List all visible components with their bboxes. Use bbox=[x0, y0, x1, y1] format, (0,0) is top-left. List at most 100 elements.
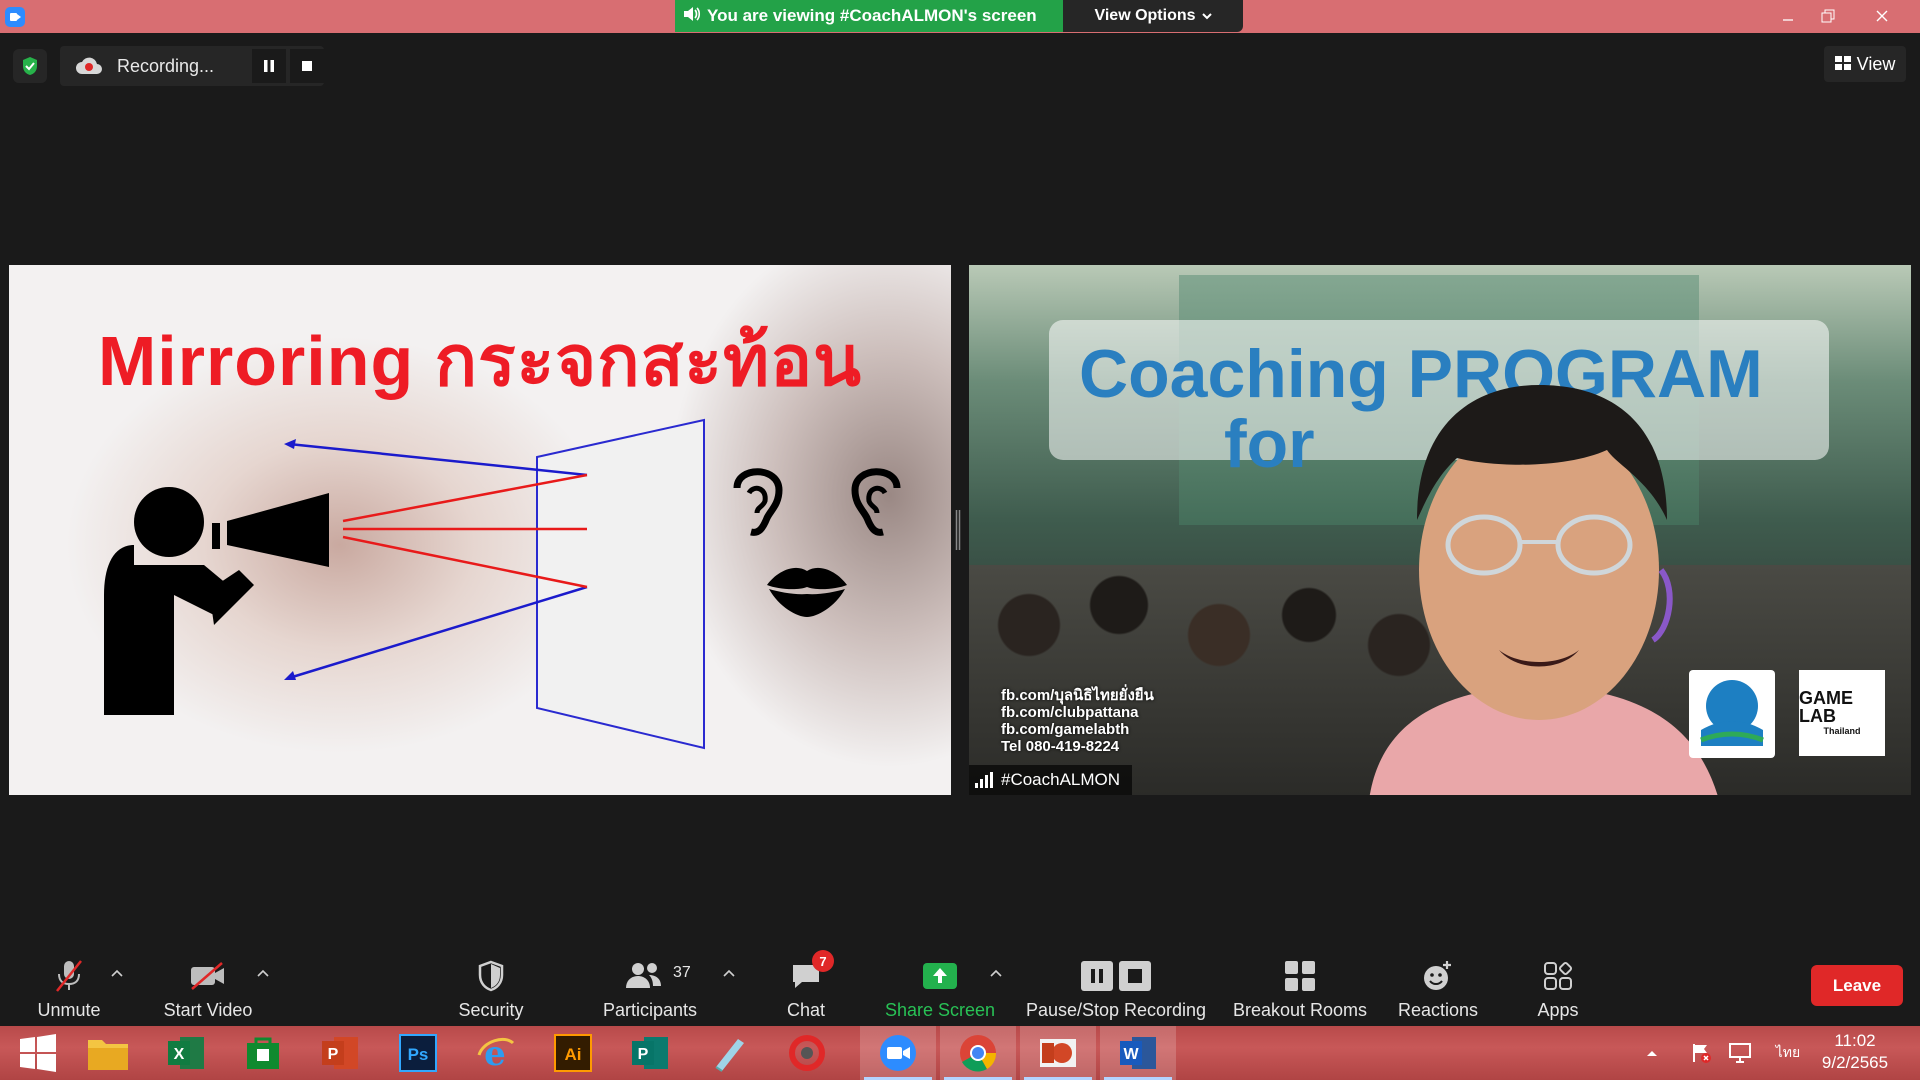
chat-unread-badge: 7 bbox=[812, 950, 834, 972]
speaker-icon bbox=[683, 6, 701, 27]
stop-recording-button[interactable] bbox=[290, 49, 324, 83]
participants-label: Participants bbox=[602, 1000, 698, 1020]
breakout-rooms-button[interactable]: Breakout Rooms bbox=[1228, 944, 1372, 1026]
participant-name: #CoachALMON bbox=[1001, 770, 1121, 789]
chat-bubble-icon: 7 bbox=[790, 950, 834, 998]
stop-icon bbox=[302, 61, 312, 71]
unmute-button[interactable]: Unmute bbox=[29, 944, 109, 1026]
meeting-toolbar: Unmute Start Video Security 37 Participa… bbox=[0, 944, 1920, 1026]
photoshop-icon[interactable]: Ps bbox=[380, 1026, 456, 1080]
video-options-caret-icon[interactable] bbox=[257, 964, 269, 980]
show-hidden-icons-icon[interactable] bbox=[1640, 1026, 1664, 1080]
share-screen-label: Share Screen bbox=[884, 1000, 996, 1020]
close-button[interactable] bbox=[1862, 0, 1902, 32]
start-video-button[interactable]: Start Video bbox=[158, 944, 258, 1026]
title-bar: You are viewing #CoachALMON's screen Vie… bbox=[0, 0, 1920, 33]
share-options-caret-icon[interactable] bbox=[990, 964, 1002, 980]
encryption-shield-icon[interactable] bbox=[13, 49, 47, 83]
security-shield-icon bbox=[477, 954, 505, 998]
breakout-rooms-label: Breakout Rooms bbox=[1232, 1000, 1368, 1020]
zoom-meeting-window: You are viewing #CoachALMON's screen Vie… bbox=[0, 0, 1920, 1080]
zoom-app-icon bbox=[5, 7, 25, 27]
restore-button[interactable] bbox=[1808, 0, 1848, 32]
internet-explorer-icon[interactable]: e bbox=[457, 1026, 533, 1080]
zoom-taskbar-icon[interactable] bbox=[860, 1026, 936, 1080]
recording-status: Recording... bbox=[117, 56, 215, 76]
mirroring-diagram bbox=[104, 418, 901, 750]
reactions-button[interactable]: Reactions bbox=[1388, 944, 1488, 1026]
publisher-icon[interactable]: P bbox=[612, 1026, 688, 1080]
file-explorer-icon[interactable] bbox=[70, 1026, 146, 1080]
network-icon[interactable] bbox=[1726, 1026, 1754, 1080]
grid-view-icon bbox=[1834, 54, 1851, 75]
view-label: View bbox=[1856, 53, 1896, 74]
participant-name-tag: #CoachALMON bbox=[969, 765, 1133, 795]
apps-label: Apps bbox=[1537, 1000, 1579, 1020]
svg-text:X: X bbox=[174, 1046, 185, 1063]
contact-line: Tel 080-419-8224 bbox=[1001, 738, 1120, 755]
excel-icon[interactable]: X bbox=[148, 1026, 224, 1080]
participants-count: 37 bbox=[673, 964, 691, 981]
chat-button[interactable]: 7 Chat bbox=[776, 944, 836, 1026]
viewing-screen-banner: You are viewing #CoachALMON's screen bbox=[675, 0, 1063, 32]
pane-resize-handle[interactable] bbox=[955, 510, 961, 550]
foundation-logo bbox=[1689, 670, 1775, 758]
mirror-shape bbox=[536, 418, 705, 750]
video-off-icon bbox=[189, 954, 227, 998]
pause-recording-button[interactable] bbox=[252, 49, 286, 83]
leave-meeting-button[interactable]: Leave bbox=[1811, 965, 1903, 1006]
participants-icon: 37 bbox=[595, 954, 705, 998]
notepad-icon[interactable] bbox=[690, 1026, 766, 1080]
view-options-button[interactable]: View Options bbox=[1063, 0, 1243, 32]
share-screen-button[interactable]: Share Screen bbox=[880, 944, 1000, 1026]
pause-stop-recording-label: Pause/Stop Recording bbox=[1025, 1000, 1207, 1020]
svg-text:Ai: Ai bbox=[565, 1045, 582, 1064]
left-ear-icon bbox=[733, 468, 783, 536]
contact-line: fb.com/บุลนิธิไทยยั่งยืน bbox=[1001, 687, 1154, 704]
view-options-label: View Options bbox=[1094, 7, 1196, 24]
illustrator-icon[interactable]: Ai bbox=[535, 1026, 611, 1080]
recording-panel: Recording... bbox=[60, 46, 324, 86]
powerpoint-viewer-icon[interactable] bbox=[1020, 1026, 1096, 1080]
game-lab-logo: GAME LAB Thailand bbox=[1799, 670, 1885, 756]
clock-date: 9/2/2565 bbox=[1821, 1053, 1889, 1072]
minimize-button[interactable] bbox=[1768, 0, 1808, 32]
svg-text:P: P bbox=[328, 1046, 339, 1063]
share-screen-icon bbox=[922, 954, 958, 998]
add-reaction-icon bbox=[1421, 954, 1455, 998]
participant-video-tile[interactable]: Coaching PROGRAM for fb.com/บุลนิธิไทยยั… bbox=[969, 265, 1911, 795]
powerpoint-icon[interactable]: P bbox=[302, 1026, 378, 1080]
contact-line: fb.com/clubpattana bbox=[1001, 704, 1139, 721]
participants-options-caret-icon[interactable] bbox=[723, 964, 735, 980]
participants-button[interactable]: 37 Participants bbox=[595, 944, 705, 1026]
taskbar-clock[interactable]: 11:02 9/2/2565 bbox=[1790, 1030, 1920, 1074]
speaker-with-megaphone-icon bbox=[104, 487, 329, 715]
svg-text:P: P bbox=[638, 1046, 649, 1063]
store-icon[interactable] bbox=[225, 1026, 301, 1080]
word-icon[interactable]: W bbox=[1100, 1026, 1176, 1080]
photoscape-icon[interactable] bbox=[767, 1026, 843, 1080]
unmute-label: Unmute bbox=[37, 1000, 101, 1020]
breakout-rooms-icon bbox=[1284, 954, 1316, 998]
windows-taskbar: X P Ps e Ai P W ไทย 11:02 9/2/2565 bbox=[0, 1026, 1920, 1080]
security-button[interactable]: Security bbox=[451, 944, 531, 1026]
shared-screen-view[interactable]: Mirroring กระจกสะท้อน bbox=[9, 265, 951, 795]
view-layout-button[interactable]: View bbox=[1824, 46, 1906, 82]
audio-options-caret-icon[interactable] bbox=[111, 964, 123, 980]
apps-button[interactable]: Apps bbox=[1523, 944, 1593, 1026]
pause-stop-recording-button[interactable]: Pause/Stop Recording bbox=[1024, 944, 1208, 1026]
chat-label: Chat bbox=[786, 1000, 826, 1020]
action-center-flag-icon[interactable] bbox=[1688, 1026, 1714, 1080]
coaching-banner-subtitle: for bbox=[1224, 406, 1315, 482]
windows-start-icon[interactable] bbox=[0, 1026, 76, 1080]
game-lab-subtext: Thailand bbox=[1823, 726, 1861, 736]
right-ear-icon bbox=[851, 468, 901, 536]
chrome-icon[interactable] bbox=[940, 1026, 1016, 1080]
svg-text:Ps: Ps bbox=[408, 1045, 429, 1064]
clock-time: 11:02 bbox=[1834, 1031, 1876, 1050]
lips-icon bbox=[767, 567, 847, 617]
pause-stop-recording-icon bbox=[1080, 954, 1152, 998]
muted-microphone-icon bbox=[54, 954, 84, 998]
viewing-text: You are viewing #CoachALMON's screen bbox=[707, 6, 1037, 25]
cloud-recording-icon bbox=[75, 55, 103, 82]
